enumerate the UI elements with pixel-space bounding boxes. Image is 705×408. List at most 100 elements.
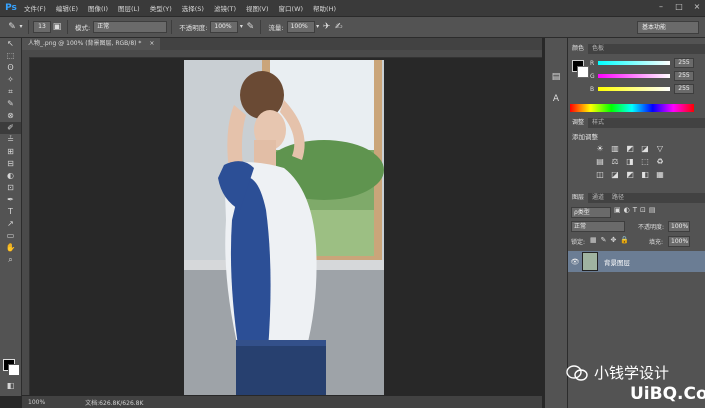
character-panel-icon[interactable]: A xyxy=(550,94,562,106)
pen-tool-icon[interactable]: ✒ xyxy=(0,194,21,206)
mode-select[interactable]: 正常 xyxy=(93,21,168,33)
menu-edit[interactable]: 编辑(E) xyxy=(51,3,83,13)
close-button[interactable]: × xyxy=(691,1,703,13)
slider-r-track[interactable] xyxy=(598,61,670,65)
eraser-tool-icon[interactable]: ⊟ xyxy=(0,158,21,170)
slider-b[interactable]: B 255 xyxy=(590,84,694,94)
tab-adjustments[interactable]: 调整 xyxy=(568,118,589,128)
opacity-field[interactable]: 100% xyxy=(210,21,239,33)
black-white-icon[interactable]: ◨ xyxy=(624,157,636,167)
hand-tool-icon[interactable]: ✋ xyxy=(0,242,21,254)
posterize-icon[interactable]: ◪ xyxy=(609,170,621,180)
invert-icon[interactable]: ◫ xyxy=(594,170,606,180)
workspace-select[interactable]: 基本功能 xyxy=(637,21,699,34)
zoom-tool-icon[interactable]: ⌕ xyxy=(0,254,21,266)
document-tab[interactable]: 人物_.png @ 100% (背景图层, RGB/8) * × xyxy=(22,38,161,50)
gradient-tool-icon[interactable]: ◐ xyxy=(0,170,21,182)
hue-saturation-icon[interactable]: ▤ xyxy=(594,157,606,167)
slider-b-value[interactable]: 255 xyxy=(674,84,694,94)
photoshop-logo: Ps xyxy=(5,3,17,13)
threshold-icon[interactable]: ◩ xyxy=(624,170,636,180)
menu-type[interactable]: 类型(Y) xyxy=(145,3,177,13)
photo-filter-icon[interactable]: ⬚ xyxy=(639,157,651,167)
menu-file[interactable]: 文件(F) xyxy=(19,3,51,13)
brightness-icon[interactable]: ☀ xyxy=(594,144,606,154)
layer-row-background[interactable]: 👁 背景图层 xyxy=(568,251,705,272)
gradient-map-icon[interactable]: ◧ xyxy=(639,170,651,180)
document-size[interactable]: 文档:626.8K/626.8K xyxy=(85,398,143,407)
layer-filter-icons[interactable]: ▣◐T⊡▤ xyxy=(614,206,658,214)
tab-layers[interactable]: 图层 xyxy=(568,193,589,203)
eyedropper-tool-icon[interactable]: ✎ xyxy=(0,98,21,110)
visibility-eye-icon[interactable]: 👁 xyxy=(568,258,582,266)
menu-image[interactable]: 图像(I) xyxy=(83,3,113,13)
color-spectrum-ramp[interactable] xyxy=(570,104,694,112)
slider-g-value[interactable]: 255 xyxy=(674,71,694,81)
close-tab-icon[interactable]: × xyxy=(149,40,154,47)
menu-select[interactable]: 选择(S) xyxy=(177,3,209,13)
brush-panel-icon[interactable]: ▣ xyxy=(51,21,63,33)
wechat-icon xyxy=(566,364,588,381)
maximize-button[interactable]: □ xyxy=(673,1,685,13)
color-balance-icon[interactable]: ⚖ xyxy=(609,157,621,167)
menu-view[interactable]: 视图(V) xyxy=(241,3,274,13)
canvas-photo[interactable] xyxy=(184,60,384,395)
background-color-box[interactable] xyxy=(577,66,589,78)
brush-tool-icon[interactable]: ✎ xyxy=(6,21,18,33)
levels-icon[interactable]: ▥ xyxy=(609,144,621,154)
tab-styles[interactable]: 样式 xyxy=(588,118,608,128)
vibrance-icon[interactable]: ▽ xyxy=(654,144,666,154)
clone-stamp-tool-icon[interactable]: ≟ xyxy=(0,134,21,146)
slider-r-value[interactable]: 255 xyxy=(674,58,694,68)
marquee-tool-icon[interactable]: ⬚ xyxy=(0,50,21,62)
slider-b-track[interactable] xyxy=(598,87,670,91)
crop-tool-icon[interactable]: ⌗ xyxy=(0,86,21,98)
healing-brush-tool-icon[interactable]: ⊗ xyxy=(0,110,21,122)
zoom-level[interactable]: 100% xyxy=(28,399,45,406)
history-panel-icon[interactable]: ▤ xyxy=(550,72,562,84)
blend-mode-select[interactable]: 正常 xyxy=(571,221,625,232)
tab-swatches[interactable]: 色板 xyxy=(588,44,608,54)
slider-g[interactable]: G 255 xyxy=(590,71,694,81)
move-tool-icon[interactable]: ↖ xyxy=(0,38,21,50)
slider-g-track[interactable] xyxy=(598,74,670,78)
tab-channels[interactable]: 通道 xyxy=(588,193,608,203)
flow-field[interactable]: 100% xyxy=(286,21,315,33)
tab-paths[interactable]: 路径 xyxy=(608,193,628,203)
lasso-tool-icon[interactable]: ʘ xyxy=(0,62,21,74)
brush-size-field[interactable]: 13 xyxy=(33,21,51,33)
history-brush-tool-icon[interactable]: ⊞ xyxy=(0,146,21,158)
menu-help[interactable]: 帮助(H) xyxy=(308,3,341,13)
minimize-button[interactable]: – xyxy=(655,1,667,13)
curves-icon[interactable]: ◩ xyxy=(624,144,636,154)
watermark-url: UiBQ.CoM xyxy=(630,384,705,404)
airbrush-icon[interactable]: ✈ xyxy=(321,21,333,33)
quick-mask-icon[interactable]: ◧ xyxy=(0,380,21,392)
slider-g-label: G xyxy=(590,72,595,80)
menu-window[interactable]: 窗口(W) xyxy=(274,3,309,13)
tab-color[interactable]: 颜色 xyxy=(568,44,589,54)
selective-color-icon[interactable]: ▦ xyxy=(654,170,666,180)
background-color-swatch[interactable] xyxy=(8,364,20,376)
lock-icons[interactable]: ▦✎✥🔒 xyxy=(590,236,633,244)
portrait-photo xyxy=(184,60,384,395)
quick-select-tool-icon[interactable]: ✧ xyxy=(0,74,21,86)
exposure-icon[interactable]: ◪ xyxy=(639,144,651,154)
shape-tool-icon[interactable]: ▭ xyxy=(0,230,21,242)
layer-opacity-field[interactable]: 100% xyxy=(668,221,690,232)
type-tool-icon[interactable]: T xyxy=(0,206,21,218)
menu-layer[interactable]: 图层(L) xyxy=(113,3,145,13)
tool-preset-dropdown-icon[interactable]: ▾ xyxy=(18,21,24,33)
slider-r[interactable]: R 255 xyxy=(590,58,694,68)
menu-bar: Ps 文件(F) 编辑(E) 图像(I) 图层(L) 类型(Y) 选择(S) 滤… xyxy=(0,0,705,17)
brush-tool-icon[interactable]: ✐ xyxy=(0,122,21,134)
fill-field[interactable]: 100% xyxy=(668,236,690,247)
layer-filter-select[interactable]: ρ类型 xyxy=(571,207,611,218)
pressure-opacity-icon[interactable]: ✎ xyxy=(244,21,256,33)
pressure-size-icon[interactable]: ✍ xyxy=(333,21,345,33)
color-panel-tabs: 颜色 色板 xyxy=(568,44,705,54)
blur-tool-icon[interactable]: ⊡ xyxy=(0,182,21,194)
channel-mixer-icon[interactable]: ♻ xyxy=(654,157,666,167)
path-select-tool-icon[interactable]: ↗ xyxy=(0,218,21,230)
menu-filter[interactable]: 滤镜(T) xyxy=(209,3,241,13)
